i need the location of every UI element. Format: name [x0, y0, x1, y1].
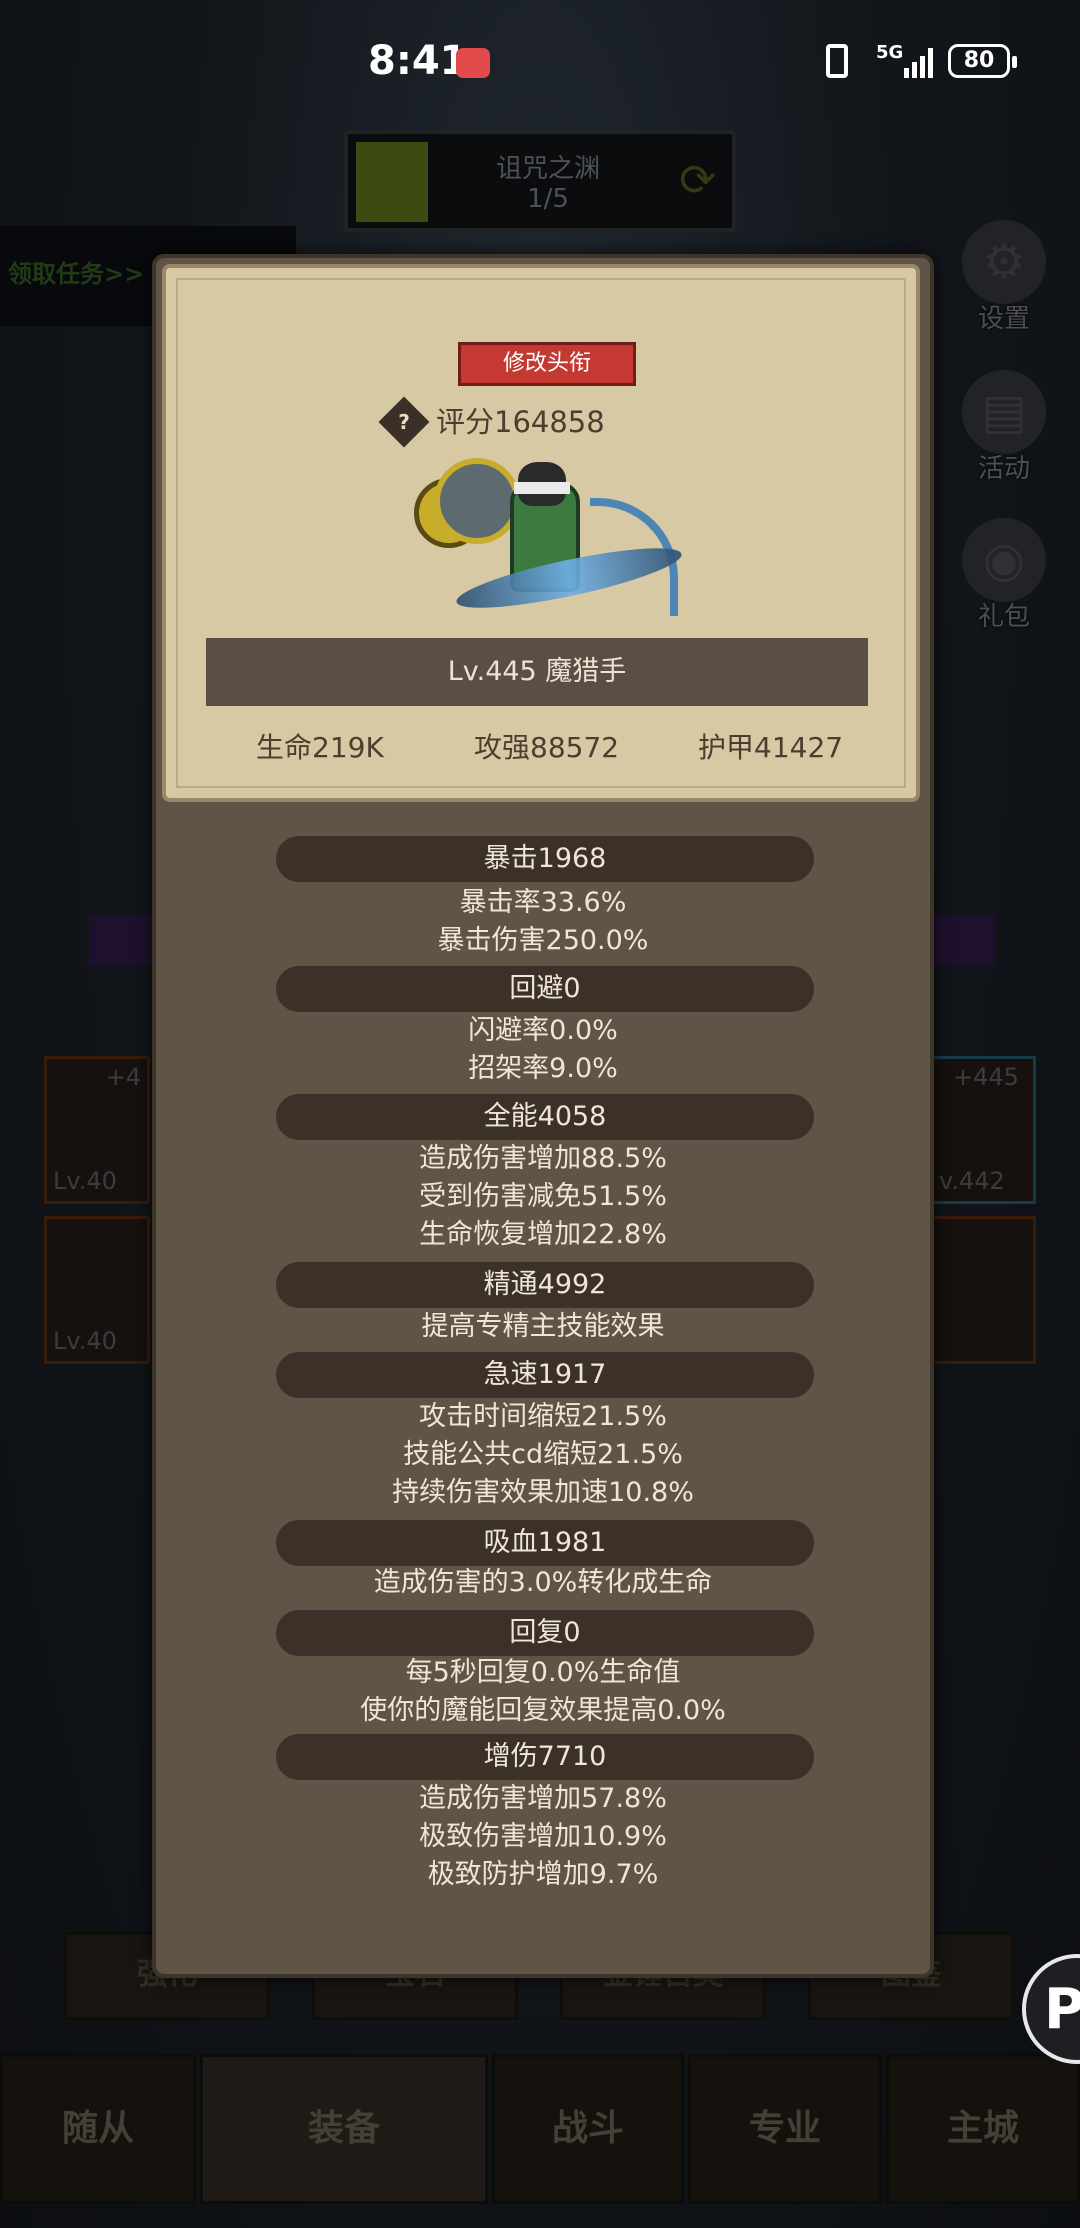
attack-stat: 攻强88572: [474, 731, 620, 764]
base-stats: 生命219K 攻强88572 护甲41427: [166, 726, 916, 776]
battery-icon: 80: [948, 44, 1017, 78]
stat-line: 使你的魔能回复效果提高0.0%: [360, 1695, 726, 1726]
stat-line: 生命恢复增加22.8%: [419, 1219, 667, 1250]
hero-card: 修改头衔 ? 评分164858 Lv.445 魔猎手 生命219K 攻强8857…: [162, 264, 920, 802]
stat-line: 极致防护增加9.7%: [427, 1859, 659, 1890]
score-row: ? 评分164858: [378, 396, 736, 448]
status-bar: 8:41 5G 80: [0, 0, 1080, 120]
stat-line: 招架率9.0%: [468, 1053, 618, 1084]
stat-line: 暴击率33.6%: [459, 887, 627, 918]
status-time: 8:41: [368, 38, 468, 84]
network-label: 5G: [876, 42, 904, 63]
stat-line: 技能公共cd缩短21.5%: [403, 1439, 683, 1470]
hero-stats-dialog: 修改头衔 ? 评分164858 Lv.445 魔猎手 生命219K 攻强8857…: [152, 254, 934, 1978]
stat-line: 造成伤害增加57.8%: [419, 1783, 667, 1814]
notification-icon: [456, 48, 490, 78]
stat-line: 暴击伤害250.0%: [437, 925, 649, 956]
stat-line: 每5秒回复0.0%生命值: [405, 1657, 681, 1688]
stat-line: 造成伤害增加88.5%: [419, 1143, 667, 1174]
vibrate-icon: [826, 44, 848, 78]
stat-header-versatility: 全能4058: [276, 1094, 814, 1140]
stat-header-regen: 回复0: [276, 1610, 814, 1656]
stat-line: 闪避率0.0%: [468, 1015, 618, 1046]
stat-header-damage-boost: 增伤7710: [276, 1734, 814, 1780]
hp-stat: 生命219K: [256, 731, 384, 764]
armor-stat: 护甲41427: [698, 731, 844, 764]
stat-line: 造成伤害的3.0%转化成生命: [373, 1567, 713, 1598]
stat-line: 攻击时间缩短21.5%: [419, 1401, 667, 1432]
stat-line: 持续伤害效果加速10.8%: [392, 1477, 694, 1508]
stat-header-avoidance: 回避0: [276, 966, 814, 1012]
score-value: 评分164858: [436, 405, 605, 439]
help-icon[interactable]: ?: [378, 396, 430, 448]
stat-header-haste: 急速1917: [276, 1352, 814, 1398]
signal-icon: [904, 46, 938, 78]
stat-header-mastery: 精通4992: [276, 1262, 814, 1308]
hero-name: Lv.445 魔猎手: [206, 638, 868, 706]
stat-header-leech: 吸血1981: [276, 1520, 814, 1566]
hero-portrait: [414, 448, 704, 648]
stat-line: 极致伤害增加10.9%: [419, 1821, 667, 1852]
stat-line: 提高专精主技能效果: [421, 1311, 665, 1342]
edit-title-button[interactable]: 修改头衔: [458, 342, 636, 386]
stat-line: 受到伤害减免51.5%: [419, 1181, 667, 1212]
stat-header-crit: 暴击1968: [276, 836, 814, 882]
